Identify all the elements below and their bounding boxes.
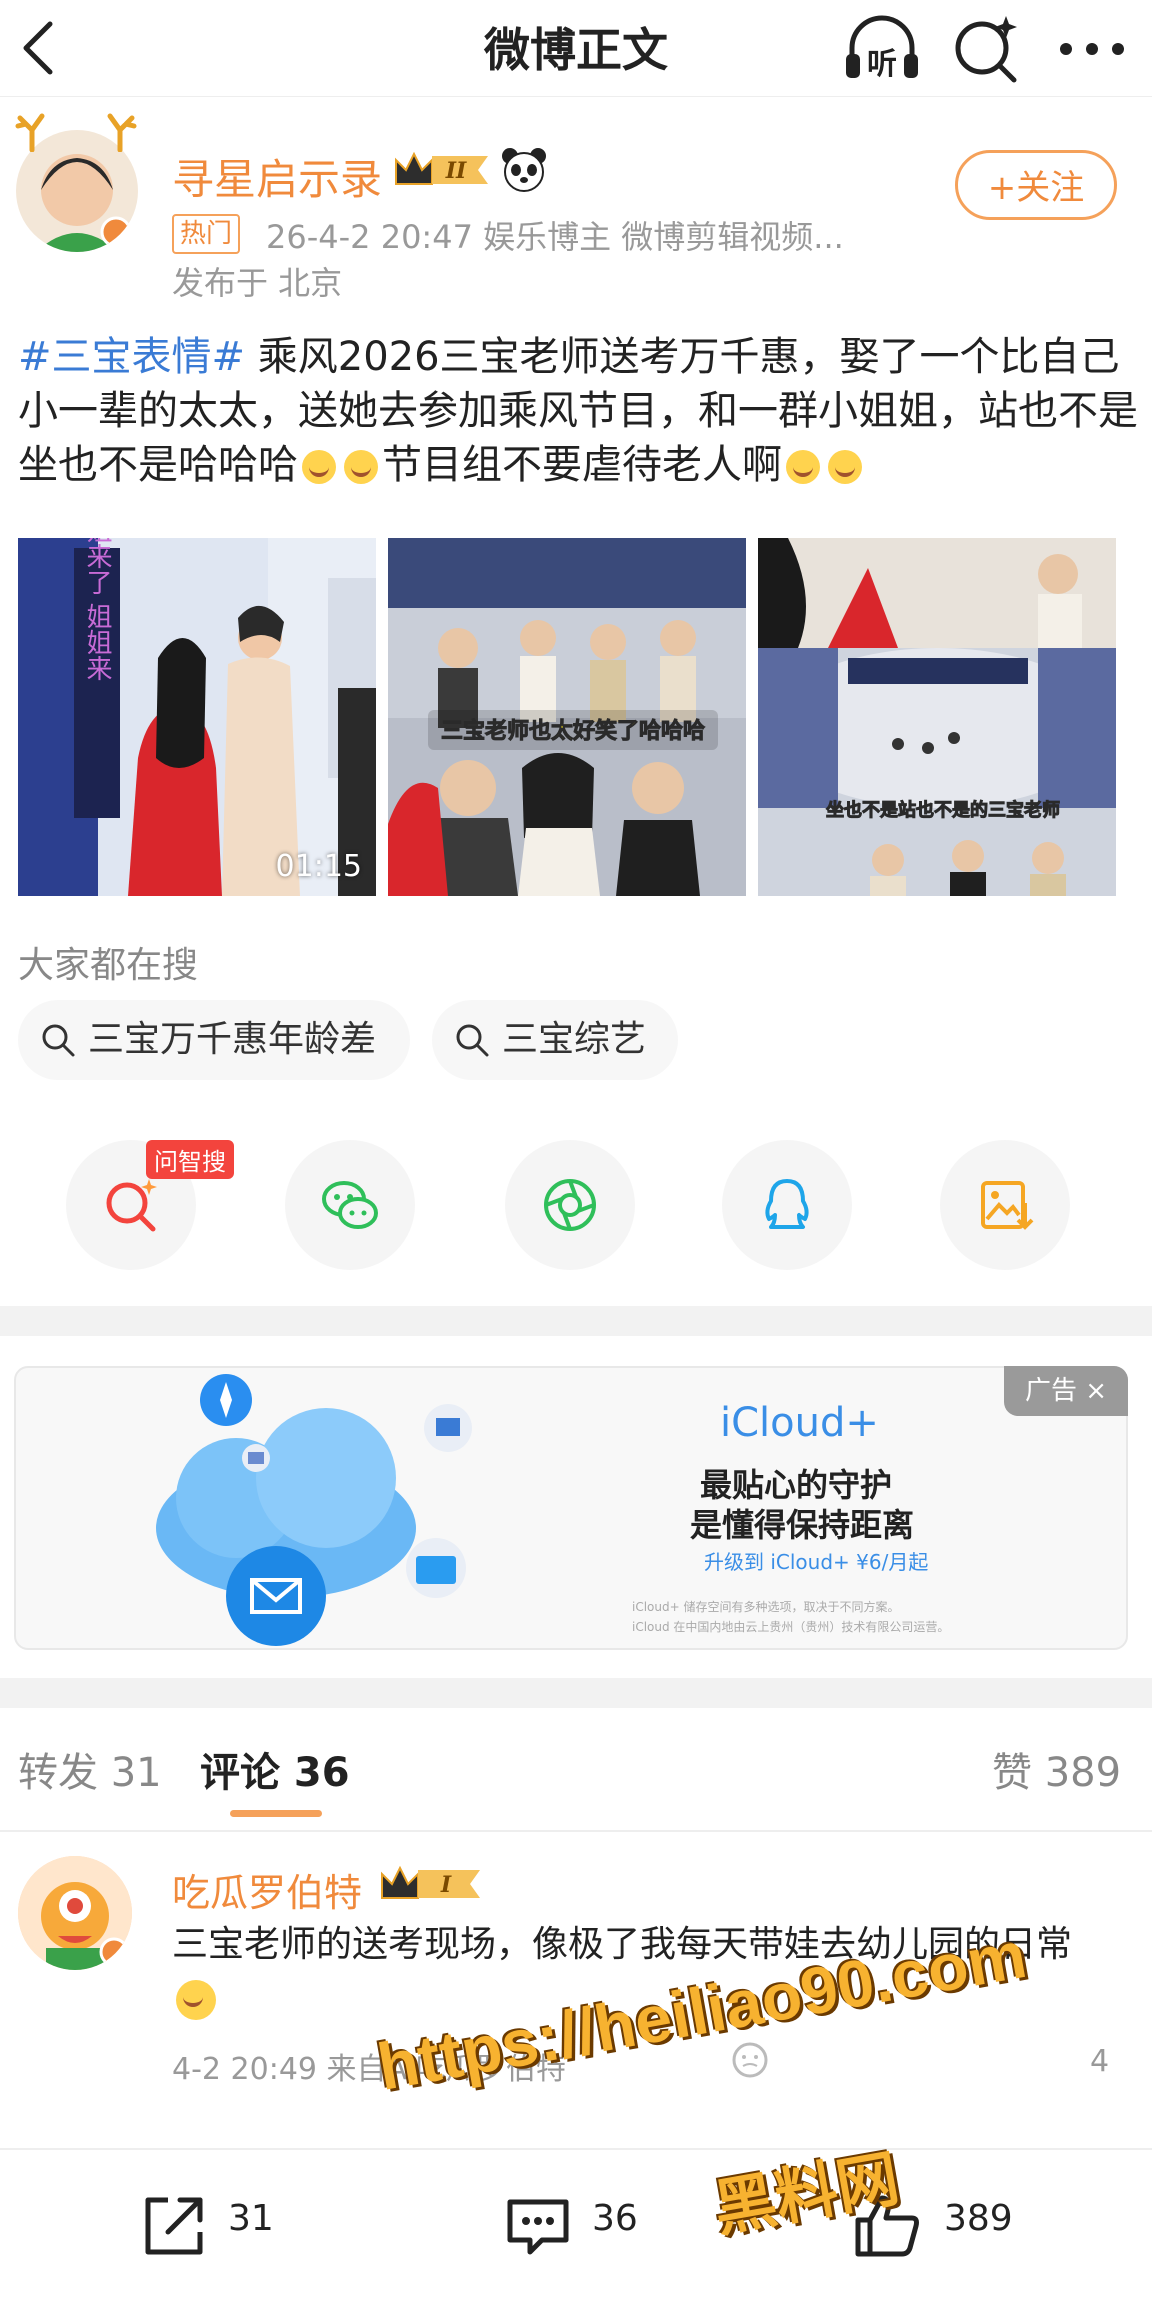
- share-moments-button[interactable]: [505, 1140, 635, 1270]
- listen-label: 听: [867, 47, 897, 82]
- zhisou-search-icon: [106, 1179, 157, 1232]
- ad-fine-print: iCloud+ 储存空间有多种选项，取决于不同方案。: [632, 1600, 900, 1614]
- tab-likes[interactable]: 赞 389: [992, 1740, 1121, 1798]
- post-image-3[interactable]: 坐也不是站也不是的三宝老师: [758, 538, 1116, 896]
- save-image-button[interactable]: [940, 1140, 1070, 1270]
- repost-count: 31: [228, 2198, 274, 2239]
- crown-level-badge-icon: II: [392, 148, 490, 192]
- laughing-crying-emoji-icon: [786, 450, 820, 484]
- author-level: II: [445, 158, 467, 184]
- author-name[interactable]: 寻星启示录: [172, 146, 382, 207]
- post-meta: 26-4-2 20:47 娱乐博主 微博剪辑视频...: [266, 218, 844, 256]
- antler-decoration-icon: [100, 112, 140, 153]
- ad-close-tag[interactable]: 广告 ×: [1004, 1366, 1128, 1416]
- listen-button[interactable]: 听: [842, 14, 922, 84]
- comment-count: 36: [592, 2198, 638, 2239]
- hot-search-chip-label: 三宝综艺: [502, 1019, 647, 1060]
- hot-search-chip[interactable]: 三宝综艺: [432, 1000, 678, 1080]
- video-sign-text: 姐姐来了 姐姐来: [82, 538, 112, 681]
- tab-reposts[interactable]: 转发 31: [18, 1740, 162, 1798]
- headphones-icon: 听: [846, 15, 918, 82]
- commenter-avatar[interactable]: [18, 1856, 132, 1970]
- laughing-crying-emoji-icon: [828, 450, 862, 484]
- post-body: #三宝表情# 乘风2026三宝老师送考万千惠，娶了一个比自己小一辈的太太，送她去…: [18, 330, 1138, 492]
- search-icon: [42, 1024, 75, 1057]
- qq-penguin-icon: [765, 1179, 809, 1229]
- post-image-2[interactable]: 三宝老师也太好笑了哈哈哈: [388, 538, 746, 896]
- post-location: 发布于 北京: [172, 264, 343, 302]
- share-arrow-icon: [145, 2197, 203, 2255]
- tabs-divider: [0, 1830, 1152, 1832]
- search-icon: [456, 1024, 489, 1057]
- active-tab-indicator: [230, 1810, 322, 1817]
- section-divider: [0, 1678, 1152, 1708]
- panda-icon: [500, 146, 548, 194]
- image-caption: 坐也不是站也不是的三宝老师: [826, 799, 1060, 821]
- video-duration: 01:15: [275, 849, 362, 884]
- wechat-icon: [322, 1181, 378, 1229]
- ad-cta[interactable]: 升级到 iCloud+ ¥6/月起: [704, 1546, 928, 1575]
- commenter-level: I: [440, 1872, 452, 1898]
- repost-button[interactable]: [138, 2190, 210, 2262]
- moments-aperture-icon: [544, 1179, 596, 1231]
- commenter-name[interactable]: 吃瓜罗伯特: [172, 1862, 362, 1917]
- hot-search-title: 大家都在搜: [18, 945, 199, 986]
- more-options-icon[interactable]: [1052, 14, 1132, 84]
- hot-search-chip[interactable]: 三宝万千惠年龄差: [18, 1000, 410, 1080]
- comment-reply-icon[interactable]: [730, 2040, 770, 2080]
- antler-decoration-icon: [12, 112, 52, 153]
- like-count: 389: [944, 2198, 1013, 2239]
- smile-emoji-icon: [176, 1980, 216, 2020]
- crown-level-badge-icon: I: [378, 1862, 482, 1906]
- ai-search-icon[interactable]: [950, 12, 1022, 84]
- post-text-part-2: 节目组不要虐待老人啊: [382, 442, 782, 488]
- topic-hashtag-link[interactable]: #三宝表情#: [18, 334, 245, 380]
- image-caption: 三宝老师也太好笑了哈哈哈: [441, 718, 705, 744]
- ad-brand: iCloud+: [720, 1400, 879, 1446]
- tab-comments[interactable]: 评论 36: [200, 1740, 350, 1798]
- section-divider: [0, 1306, 1152, 1336]
- share-wechat-button[interactable]: [285, 1140, 415, 1270]
- laughing-crying-emoji-icon: [344, 450, 378, 484]
- post-video-thumbnail[interactable]: 姐姐来了 姐姐来 01:15: [18, 538, 376, 896]
- hot-search-chip-label: 三宝万千惠年龄差: [88, 1019, 377, 1060]
- hot-badge: 热门: [172, 214, 241, 254]
- icloud-cloud-illustration: [156, 1374, 472, 1646]
- save-image-icon: [981, 1181, 1034, 1230]
- share-qq-button[interactable]: [722, 1140, 852, 1270]
- laughing-crying-emoji-icon: [302, 450, 336, 484]
- zhisou-tag: 问智搜: [146, 1140, 234, 1179]
- ad-fine-print: iCloud 在中国内地由云上贵州（贵州）技术有限公司运营。: [632, 1620, 950, 1634]
- ad-headline-2: 是懂得保持距离: [690, 1506, 915, 1544]
- comment-bubble-icon: [507, 2199, 569, 2255]
- comment-button[interactable]: [502, 2190, 574, 2262]
- icloud-ad-banner[interactable]: [14, 1366, 1128, 1650]
- comment-like-count: 4: [1090, 2044, 1110, 2079]
- follow-button[interactable]: +关注: [955, 150, 1117, 220]
